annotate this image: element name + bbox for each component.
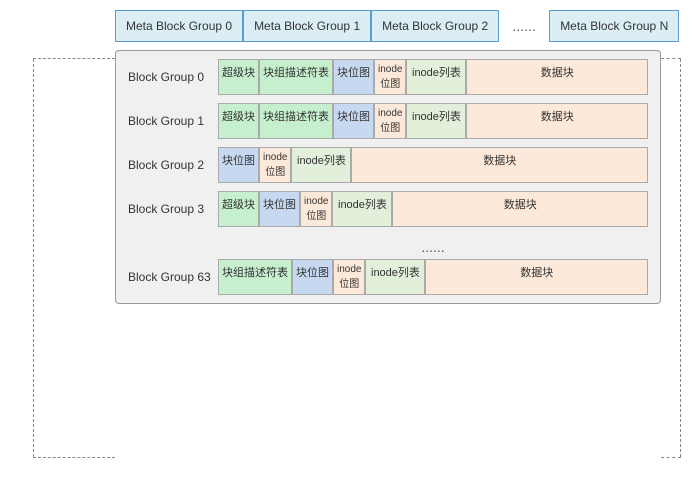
cell-data-5-4: 数据块 [425,259,648,295]
cell-inode-list-5-3: inode列表 [365,259,425,295]
cell-inode-bitmap-2-1: inode位图 [259,147,291,183]
block-group-label-3: Block Group 3 [128,202,218,216]
cells-row-2: 块位图inode位图inode列表数据块 [218,147,648,183]
cell-block-desc-5-0: 块组描述符表 [218,259,292,295]
cells-row-3: 超级块块位图inode位图inode列表数据块 [218,191,648,227]
block-group-row-2: Block Group 2块位图inode位图inode列表数据块 [128,147,648,183]
cell-inode-list-3-3: inode列表 [332,191,392,227]
cells-row-5: 块组描述符表块位图inode位图inode列表数据块 [218,259,648,295]
block-group-label-0: Block Group 0 [128,70,218,84]
block-group-row-5: Block Group 63块组描述符表块位图inode位图inode列表数据块 [128,259,648,295]
meta-block-0: Meta Block Group 0 [115,10,243,42]
cell-superblock-1-0: 超级块 [218,103,259,139]
cell-block-bitmap-3-1: 块位图 [259,191,300,227]
block-group-label-5: Block Group 63 [128,270,218,284]
cell-block-desc-1-1: 块组描述符表 [259,103,333,139]
cell-inode-bitmap-1-3: inode位图 [374,103,406,139]
cell-data-1-5: 数据块 [466,103,648,139]
cells-row-0: 超级块块组描述符表块位图inode位图inode列表数据块 [218,59,648,95]
cell-superblock-3-0: 超级块 [218,191,259,227]
meta-block-2: Meta Block Group 2 [371,10,499,42]
block-group-row-3: Block Group 3超级块块位图inode位图inode列表数据块 [128,191,648,227]
inner-container: Block Group 0超级块块组描述符表块位图inode位图inode列表数… [115,50,661,304]
cell-block-bitmap-5-1: 块位图 [292,259,333,295]
cell-inode-bitmap-3-2: inode位图 [300,191,332,227]
cell-data-3-4: 数据块 [392,191,648,227]
meta-block-3: ...... [499,10,549,42]
cell-inode-list-1-4: inode列表 [406,103,466,139]
cell-inode-list-2-2: inode列表 [291,147,351,183]
cell-inode-bitmap-0-3: inode位图 [374,59,406,95]
meta-block-1: Meta Block Group 1 [243,10,371,42]
cell-block-bitmap-1-2: 块位图 [333,103,374,139]
cell-data-0-5: 数据块 [466,59,648,95]
cells-row-1: 超级块块组描述符表块位图inode位图inode列表数据块 [218,103,648,139]
cell-block-bitmap-0-2: 块位图 [333,59,374,95]
block-group-label-1: Block Group 1 [128,114,218,128]
block-group-row-0: Block Group 0超级块块组描述符表块位图inode位图inode列表数… [128,59,648,95]
cell-inode-bitmap-5-2: inode位图 [333,259,365,295]
cell-inode-list-0-4: inode列表 [406,59,466,95]
cell-block-bitmap-2-0: 块位图 [218,147,259,183]
block-group-label-2: Block Group 2 [128,158,218,172]
block-group-row-1: Block Group 1超级块块组描述符表块位图inode位图inode列表数… [128,103,648,139]
meta-row: Meta Block Group 0Meta Block Group 1Meta… [115,10,681,42]
meta-block-4: Meta Block Group N [549,10,679,42]
cell-data-2-3: 数据块 [351,147,648,183]
cell-block-desc-0-1: 块组描述符表 [259,59,333,95]
cell-superblock-0-0: 超级块 [218,59,259,95]
ellipsis-row: ...... [128,235,648,259]
outer-wrapper: Meta Block Group 0Meta Block Group 1Meta… [0,0,696,468]
